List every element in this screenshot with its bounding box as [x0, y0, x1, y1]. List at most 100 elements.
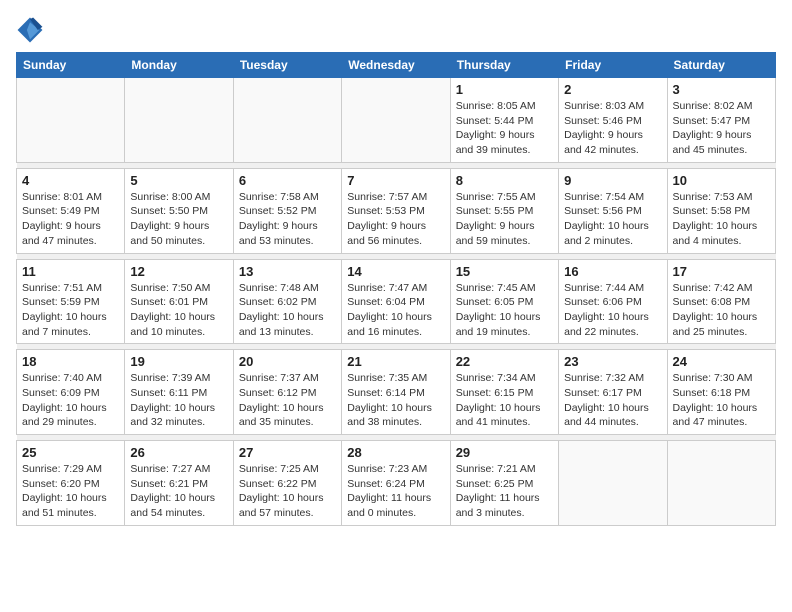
- day-number: 14: [347, 264, 444, 279]
- day-number: 27: [239, 445, 336, 460]
- day-info: Sunrise: 7:48 AM Sunset: 6:02 PM Dayligh…: [239, 281, 336, 340]
- day-number: 17: [673, 264, 770, 279]
- calendar-week-row: 1 Sunrise: 8:05 AM Sunset: 5:44 PM Daylig…: [17, 78, 776, 163]
- calendar-day-header: Wednesday: [342, 53, 450, 78]
- day-number: 12: [130, 264, 227, 279]
- day-number: 11: [22, 264, 119, 279]
- calendar-cell: 20 Sunrise: 7:37 AM Sunset: 6:12 PM Dayli…: [233, 350, 341, 435]
- day-info: Sunrise: 7:29 AM Sunset: 6:20 PM Dayligh…: [22, 462, 119, 521]
- calendar-cell: [125, 78, 233, 163]
- day-number: 6: [239, 173, 336, 188]
- calendar-cell: 18 Sunrise: 7:40 AM Sunset: 6:09 PM Dayli…: [17, 350, 125, 435]
- day-number: 7: [347, 173, 444, 188]
- day-info: Sunrise: 7:57 AM Sunset: 5:53 PM Dayligh…: [347, 190, 444, 249]
- day-number: 21: [347, 354, 444, 369]
- day-number: 10: [673, 173, 770, 188]
- calendar-cell: 12 Sunrise: 7:50 AM Sunset: 6:01 PM Dayli…: [125, 259, 233, 344]
- day-info: Sunrise: 7:44 AM Sunset: 6:06 PM Dayligh…: [564, 281, 661, 340]
- calendar-cell: 24 Sunrise: 7:30 AM Sunset: 6:18 PM Dayli…: [667, 350, 775, 435]
- day-number: 9: [564, 173, 661, 188]
- day-info: Sunrise: 7:27 AM Sunset: 6:21 PM Dayligh…: [130, 462, 227, 521]
- day-info: Sunrise: 8:01 AM Sunset: 5:49 PM Dayligh…: [22, 190, 119, 249]
- calendar-week-row: 25 Sunrise: 7:29 AM Sunset: 6:20 PM Dayli…: [17, 441, 776, 526]
- logo-icon: [16, 16, 44, 44]
- calendar-cell: 25 Sunrise: 7:29 AM Sunset: 6:20 PM Dayli…: [17, 441, 125, 526]
- day-number: 13: [239, 264, 336, 279]
- day-info: Sunrise: 7:30 AM Sunset: 6:18 PM Dayligh…: [673, 371, 770, 430]
- day-info: Sunrise: 8:00 AM Sunset: 5:50 PM Dayligh…: [130, 190, 227, 249]
- day-info: Sunrise: 7:58 AM Sunset: 5:52 PM Dayligh…: [239, 190, 336, 249]
- day-info: Sunrise: 7:54 AM Sunset: 5:56 PM Dayligh…: [564, 190, 661, 249]
- day-number: 25: [22, 445, 119, 460]
- calendar-cell: 15 Sunrise: 7:45 AM Sunset: 6:05 PM Dayli…: [450, 259, 558, 344]
- day-info: Sunrise: 7:47 AM Sunset: 6:04 PM Dayligh…: [347, 281, 444, 340]
- logo: [16, 16, 48, 44]
- day-number: 19: [130, 354, 227, 369]
- calendar-header-row: SundayMondayTuesdayWednesdayThursdayFrid…: [17, 53, 776, 78]
- page-header: [16, 16, 776, 44]
- calendar-day-header: Saturday: [667, 53, 775, 78]
- calendar-cell: [17, 78, 125, 163]
- day-number: 28: [347, 445, 444, 460]
- day-number: 5: [130, 173, 227, 188]
- day-info: Sunrise: 7:37 AM Sunset: 6:12 PM Dayligh…: [239, 371, 336, 430]
- day-info: Sunrise: 7:21 AM Sunset: 6:25 PM Dayligh…: [456, 462, 553, 521]
- day-number: 16: [564, 264, 661, 279]
- day-number: 1: [456, 82, 553, 97]
- calendar-cell: 11Sunrise: 7:51 AM Sunset: 5:59 PM Dayli…: [17, 259, 125, 344]
- calendar-day-header: Monday: [125, 53, 233, 78]
- day-number: 15: [456, 264, 553, 279]
- day-info: Sunrise: 7:42 AM Sunset: 6:08 PM Dayligh…: [673, 281, 770, 340]
- day-number: 20: [239, 354, 336, 369]
- calendar-cell: 14 Sunrise: 7:47 AM Sunset: 6:04 PM Dayli…: [342, 259, 450, 344]
- calendar-week-row: 4Sunrise: 8:01 AM Sunset: 5:49 PM Daylig…: [17, 168, 776, 253]
- calendar-cell: 10 Sunrise: 7:53 AM Sunset: 5:58 PM Dayli…: [667, 168, 775, 253]
- day-number: 22: [456, 354, 553, 369]
- day-info: Sunrise: 7:40 AM Sunset: 6:09 PM Dayligh…: [22, 371, 119, 430]
- calendar-cell: [233, 78, 341, 163]
- calendar-cell: 23 Sunrise: 7:32 AM Sunset: 6:17 PM Dayli…: [559, 350, 667, 435]
- calendar-day-header: Tuesday: [233, 53, 341, 78]
- calendar-cell: 2 Sunrise: 8:03 AM Sunset: 5:46 PM Daylig…: [559, 78, 667, 163]
- calendar-cell: 3 Sunrise: 8:02 AM Sunset: 5:47 PM Daylig…: [667, 78, 775, 163]
- day-number: 2: [564, 82, 661, 97]
- calendar-cell: 6 Sunrise: 7:58 AM Sunset: 5:52 PM Daylig…: [233, 168, 341, 253]
- day-info: Sunrise: 7:50 AM Sunset: 6:01 PM Dayligh…: [130, 281, 227, 340]
- calendar-cell: 28Sunrise: 7:23 AM Sunset: 6:24 PM Dayli…: [342, 441, 450, 526]
- calendar-cell: 7 Sunrise: 7:57 AM Sunset: 5:53 PM Daylig…: [342, 168, 450, 253]
- day-number: 18: [22, 354, 119, 369]
- calendar-day-header: Thursday: [450, 53, 558, 78]
- calendar-cell: 16 Sunrise: 7:44 AM Sunset: 6:06 PM Dayli…: [559, 259, 667, 344]
- day-number: 26: [130, 445, 227, 460]
- day-info: Sunrise: 7:53 AM Sunset: 5:58 PM Dayligh…: [673, 190, 770, 249]
- calendar-cell: 21Sunrise: 7:35 AM Sunset: 6:14 PM Dayli…: [342, 350, 450, 435]
- day-info: Sunrise: 7:25 AM Sunset: 6:22 PM Dayligh…: [239, 462, 336, 521]
- calendar-table: SundayMondayTuesdayWednesdayThursdayFrid…: [16, 52, 776, 526]
- day-info: Sunrise: 7:45 AM Sunset: 6:05 PM Dayligh…: [456, 281, 553, 340]
- calendar-cell: 29Sunrise: 7:21 AM Sunset: 6:25 PM Dayli…: [450, 441, 558, 526]
- calendar-cell: [342, 78, 450, 163]
- day-info: Sunrise: 8:02 AM Sunset: 5:47 PM Dayligh…: [673, 99, 770, 158]
- day-info: Sunrise: 8:03 AM Sunset: 5:46 PM Dayligh…: [564, 99, 661, 158]
- calendar-day-header: Sunday: [17, 53, 125, 78]
- day-info: Sunrise: 7:39 AM Sunset: 6:11 PM Dayligh…: [130, 371, 227, 430]
- day-info: Sunrise: 8:05 AM Sunset: 5:44 PM Dayligh…: [456, 99, 553, 158]
- calendar-day-header: Friday: [559, 53, 667, 78]
- calendar-cell: 5 Sunrise: 8:00 AM Sunset: 5:50 PM Daylig…: [125, 168, 233, 253]
- day-info: Sunrise: 7:32 AM Sunset: 6:17 PM Dayligh…: [564, 371, 661, 430]
- day-info: Sunrise: 7:34 AM Sunset: 6:15 PM Dayligh…: [456, 371, 553, 430]
- calendar-cell: 26 Sunrise: 7:27 AM Sunset: 6:21 PM Dayli…: [125, 441, 233, 526]
- day-number: 8: [456, 173, 553, 188]
- day-number: 3: [673, 82, 770, 97]
- calendar-cell: 19 Sunrise: 7:39 AM Sunset: 6:11 PM Dayli…: [125, 350, 233, 435]
- day-number: 24: [673, 354, 770, 369]
- calendar-cell: 17 Sunrise: 7:42 AM Sunset: 6:08 PM Dayli…: [667, 259, 775, 344]
- day-number: 23: [564, 354, 661, 369]
- calendar-cell: 27 Sunrise: 7:25 AM Sunset: 6:22 PM Dayli…: [233, 441, 341, 526]
- calendar-cell: 1 Sunrise: 8:05 AM Sunset: 5:44 PM Daylig…: [450, 78, 558, 163]
- day-info: Sunrise: 7:55 AM Sunset: 5:55 PM Dayligh…: [456, 190, 553, 249]
- calendar-week-row: 18 Sunrise: 7:40 AM Sunset: 6:09 PM Dayli…: [17, 350, 776, 435]
- calendar-cell: 8 Sunrise: 7:55 AM Sunset: 5:55 PM Daylig…: [450, 168, 558, 253]
- calendar-cell: 9 Sunrise: 7:54 AM Sunset: 5:56 PM Daylig…: [559, 168, 667, 253]
- calendar-cell: 4Sunrise: 8:01 AM Sunset: 5:49 PM Daylig…: [17, 168, 125, 253]
